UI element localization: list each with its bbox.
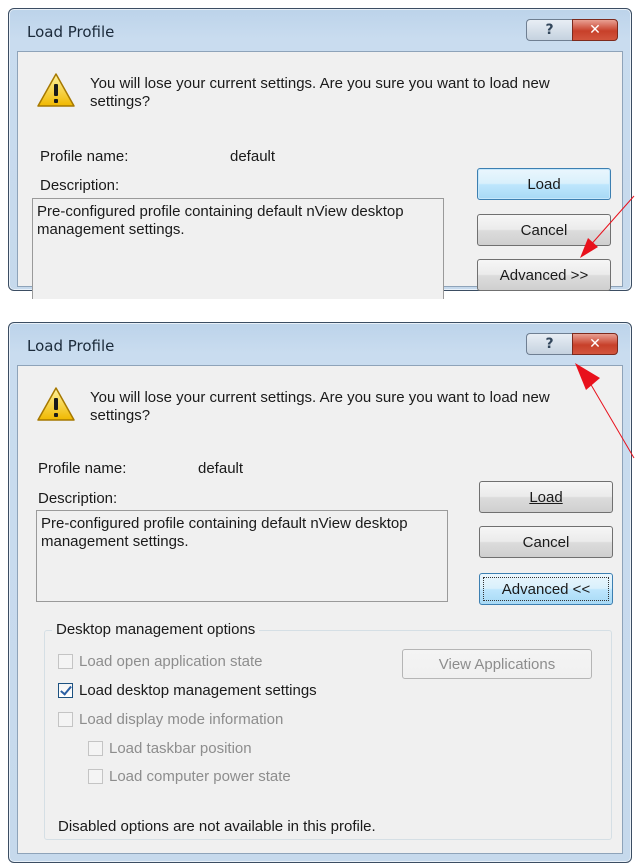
- cancel-button-label: Cancel: [522, 533, 570, 551]
- option-load-desktop-management-settings[interactable]: Load desktop management settings: [58, 682, 317, 699]
- dialog-body: You will lose your current settings. Are…: [17, 365, 623, 854]
- option-label: Load display mode information: [79, 711, 284, 728]
- checkbox-checked[interactable]: [58, 683, 73, 698]
- description-label: Description:: [38, 490, 118, 507]
- description-text: Pre-configured profile containing defaul…: [41, 515, 408, 550]
- window-title: Load Profile: [27, 23, 115, 41]
- warning-icon: [37, 73, 75, 107]
- load-button-label: Load: [529, 489, 562, 506]
- load-button[interactable]: Load: [479, 481, 613, 513]
- description-box[interactable]: Pre-configured profile containing defaul…: [32, 198, 444, 299]
- checkbox[interactable]: [88, 741, 103, 756]
- close-button[interactable]: ✕: [572, 333, 618, 355]
- help-button[interactable]: ?: [526, 19, 572, 41]
- load-button-accel: Load: [529, 488, 563, 506]
- cancel-button[interactable]: Cancel: [477, 214, 611, 246]
- title-bar[interactable]: Load Profile ? ✕: [9, 9, 631, 51]
- description-text: Pre-configured profile containing defaul…: [37, 203, 404, 238]
- load-profile-dialog-expanded: Load Profile ? ✕ You will lose your curr…: [8, 322, 632, 863]
- close-icon: ✕: [589, 336, 601, 352]
- cancel-button[interactable]: Cancel: [479, 526, 613, 558]
- view-applications-button[interactable]: View Applications: [402, 649, 592, 679]
- description-box[interactable]: Pre-configured profile containing defaul…: [36, 510, 448, 602]
- load-profile-dialog-collapsed: Load Profile ? ✕ You will lose your curr…: [8, 8, 632, 299]
- option-label: Load desktop management settings: [79, 682, 317, 699]
- option-label: Load computer power state: [109, 768, 291, 785]
- profile-name-label: Profile name:: [38, 460, 127, 477]
- checkbox[interactable]: [88, 769, 103, 784]
- window-title: Load Profile: [27, 337, 115, 355]
- description-label: Description:: [40, 177, 120, 194]
- checkbox[interactable]: [58, 712, 73, 727]
- profile-name-value: default: [230, 148, 276, 165]
- focus-ring: [483, 577, 609, 601]
- disabled-options-note: Disabled options are not available in th…: [58, 818, 376, 835]
- profile-name-label: Profile name:: [40, 148, 129, 165]
- warning-message: You will lose your current settings. Are…: [90, 75, 550, 110]
- help-icon: ?: [545, 336, 554, 352]
- option-label: Load taskbar position: [109, 740, 252, 757]
- profile-name-value: default: [198, 460, 244, 477]
- option-load-computer-power-state[interactable]: Load computer power state: [88, 768, 291, 785]
- advanced-collapse-button[interactable]: Advanced <<: [479, 573, 613, 605]
- group-title: Desktop management options: [52, 621, 260, 638]
- warning-icon: [37, 387, 75, 421]
- option-load-taskbar-position[interactable]: Load taskbar position: [88, 740, 252, 757]
- title-bar[interactable]: Load Profile ? ✕: [9, 323, 631, 365]
- load-button[interactable]: Load: [477, 168, 611, 200]
- dialog-body: You will lose your current settings. Are…: [17, 51, 623, 299]
- advanced-expand-button[interactable]: Advanced >>: [477, 259, 611, 291]
- help-button[interactable]: ?: [526, 333, 572, 355]
- checkbox[interactable]: [58, 654, 73, 669]
- help-icon: ?: [545, 22, 554, 38]
- close-icon: ✕: [589, 22, 601, 38]
- option-load-open-application-state[interactable]: Load open application state: [58, 653, 262, 670]
- cancel-button-label: Cancel: [520, 221, 568, 239]
- load-button-label: Load: [527, 175, 561, 193]
- view-applications-label: View Applications: [438, 655, 556, 673]
- option-load-display-mode-information[interactable]: Load display mode information: [58, 711, 283, 728]
- warning-message: You will lose your current settings. Are…: [90, 389, 550, 424]
- close-button[interactable]: ✕: [572, 19, 618, 41]
- option-label: Load open application state: [79, 653, 263, 670]
- advanced-button-label: Advanced >>: [499, 266, 589, 284]
